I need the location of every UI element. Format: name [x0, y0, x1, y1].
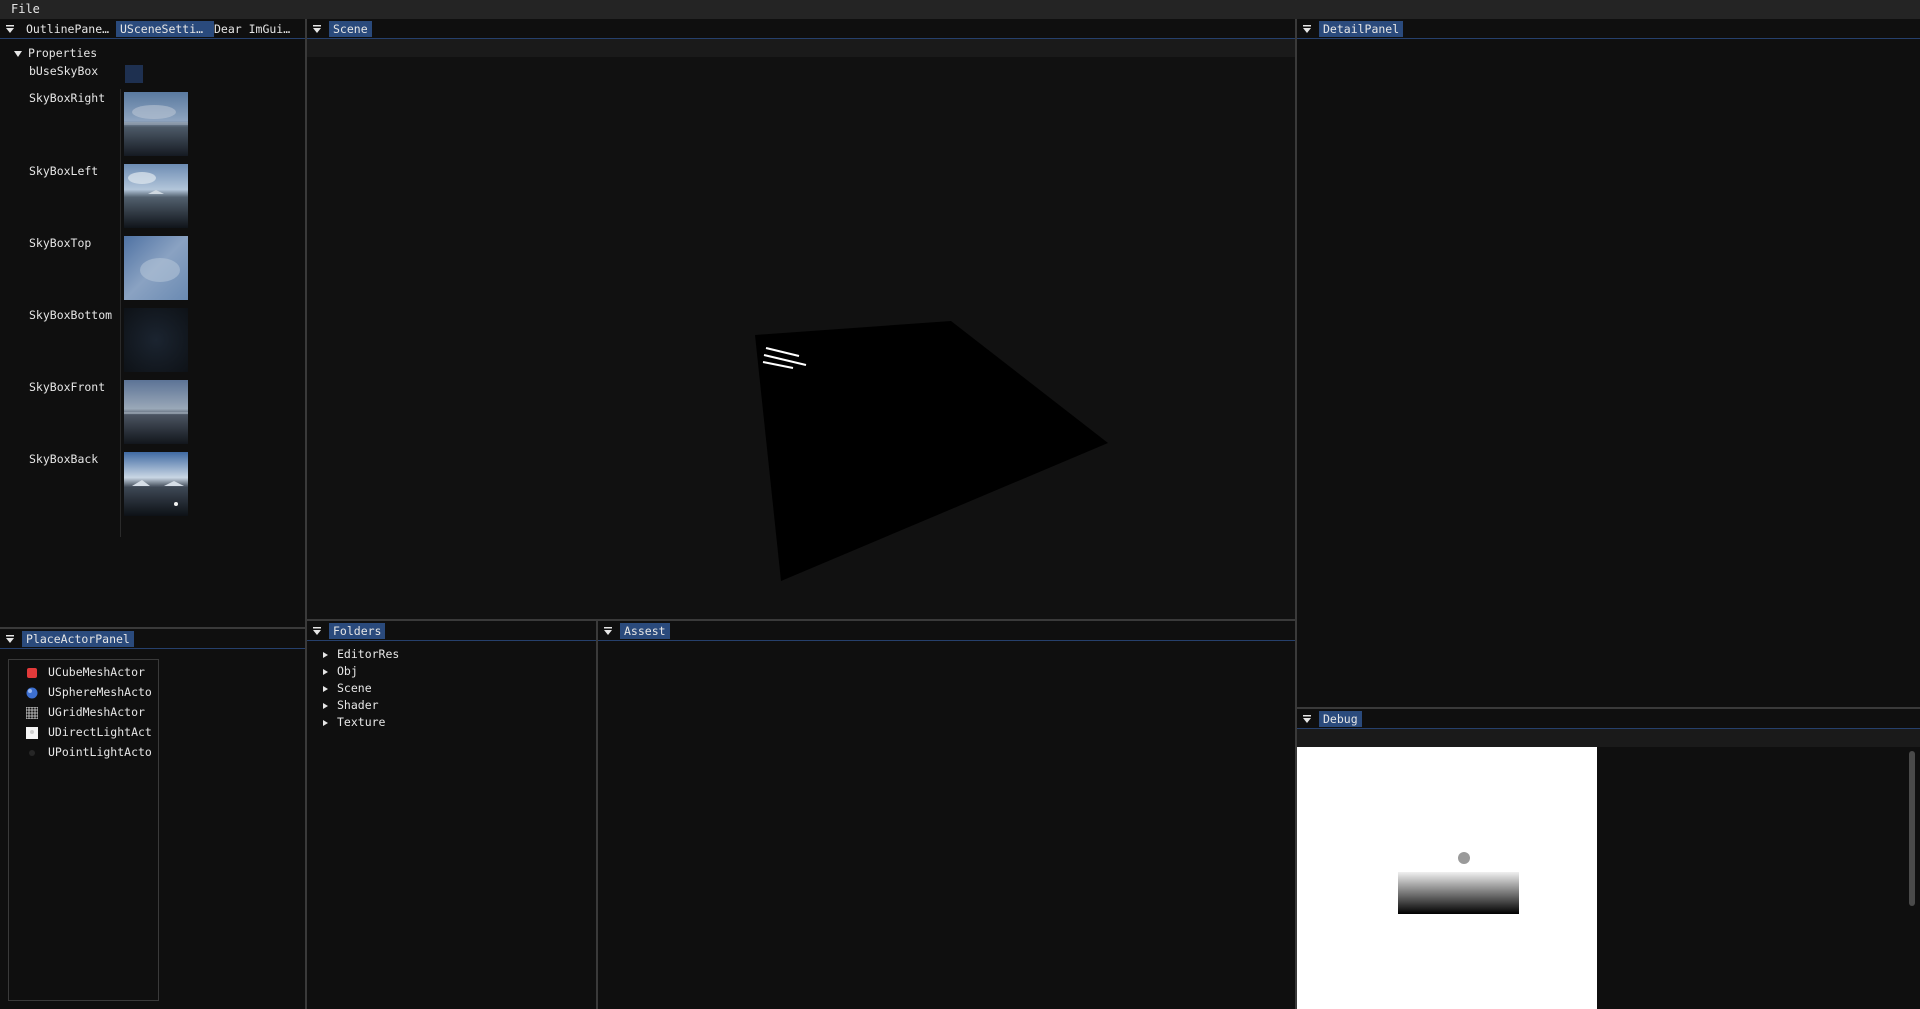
left-panel-tabbar: OutlinePane… USceneSetti… Dear ImGui… [0, 19, 306, 39]
property-column-divider [120, 89, 121, 537]
scene-toolbar-strip [307, 39, 1295, 57]
detail-tabbar: DetailPanel [1297, 19, 1920, 39]
collapse-icon[interactable] [311, 625, 323, 637]
collapsed-arrow-icon [323, 702, 328, 709]
skybox-front-thumbnail[interactable] [124, 380, 188, 444]
skybox-bottom-thumbnail[interactable] [124, 308, 188, 372]
properties-header[interactable]: Properties [14, 46, 97, 60]
tab-place-actor-panel[interactable]: PlaceActorPanel [22, 631, 134, 647]
folder-item[interactable]: EditorRes [323, 647, 399, 661]
assets-tabbar: Assest [598, 621, 1295, 641]
menu-bar: File [0, 0, 1920, 19]
sphere-icon [26, 687, 38, 699]
folders-tabbar: Folders [307, 621, 597, 641]
collapsed-arrow-icon [323, 685, 328, 692]
detail-panel: DetailPanel [1297, 19, 1920, 707]
debug-sphere-shadow [1458, 852, 1470, 864]
debug-scrollbar[interactable] [1909, 751, 1915, 906]
skybox-bottom-label: SkyBoxBottom [29, 308, 113, 322]
tab-detail-panel[interactable]: DetailPanel [1319, 21, 1404, 37]
menu-file[interactable]: File [11, 2, 40, 16]
tab-scene-settings[interactable]: USceneSetti… [116, 21, 214, 37]
use-skybox-label: bUseSkyBox [29, 64, 99, 78]
skybox-left-thumbnail[interactable] [124, 164, 188, 228]
scene-viewport[interactable] [307, 57, 1295, 619]
collapse-icon[interactable] [4, 633, 16, 645]
skybox-right-thumbnail[interactable] [124, 92, 188, 156]
collapsed-arrow-icon [323, 719, 328, 726]
place-actor-tabbar: PlaceActorPanel [0, 629, 305, 649]
light-bulb-icon [26, 727, 38, 739]
tab-outline-panel[interactable]: OutlinePane… [22, 21, 120, 37]
folder-item[interactable]: Shader [323, 698, 379, 712]
tab-dear-imgui[interactable]: Dear ImGui… [210, 21, 308, 37]
cube-icon [27, 668, 37, 678]
properties-title: Properties [28, 46, 98, 60]
folder-item[interactable]: Obj [323, 664, 358, 678]
tab-folders[interactable]: Folders [329, 623, 386, 639]
folders-panel: Folders [307, 621, 597, 1009]
actor-label: UGridMeshActor [48, 705, 145, 719]
actor-label: UCubeMeshActor [48, 665, 145, 679]
scene-panel: Scene [307, 19, 1295, 619]
assets-panel: Assest [598, 621, 1295, 1009]
point-light-icon [29, 750, 35, 756]
collapsed-arrow-icon [323, 651, 328, 658]
skybox-back-thumbnail[interactable] [124, 452, 188, 516]
scene-settings-panel: OutlinePane… USceneSetti… Dear ImGui… Pr… [0, 19, 306, 629]
skybox-right-label: SkyBoxRight [29, 91, 106, 105]
actor-label: USphereMeshActo [48, 685, 152, 699]
actor-label: UPointLightActo [48, 745, 152, 759]
tab-debug[interactable]: Debug [1319, 711, 1362, 727]
skybox-back-label: SkyBoxBack [29, 452, 99, 466]
debug-panel: Debug [1297, 709, 1920, 1009]
collapse-icon[interactable] [602, 625, 614, 637]
collapse-icon[interactable] [1301, 713, 1313, 725]
expand-arrow-icon [14, 50, 22, 57]
grid-icon [26, 707, 38, 719]
use-skybox-checkbox[interactable] [125, 65, 143, 83]
collapse-icon[interactable] [1301, 23, 1313, 35]
collapse-icon[interactable] [4, 23, 16, 35]
collapse-icon[interactable] [311, 23, 323, 35]
debug-tabbar: Debug [1297, 709, 1920, 729]
skybox-top-label: SkyBoxTop [29, 236, 92, 250]
debug-plane-shadow [1398, 872, 1519, 914]
tab-assets[interactable]: Assest [620, 623, 670, 639]
folder-item[interactable]: Texture [323, 715, 385, 729]
scene-tabbar: Scene [307, 19, 1295, 39]
debug-toolbar-strip [1297, 729, 1920, 747]
folder-item[interactable]: Scene [323, 681, 372, 695]
skybox-top-thumbnail[interactable] [124, 236, 188, 300]
skybox-left-label: SkyBoxLeft [29, 164, 99, 178]
actor-label: UDirectLightAct [48, 725, 152, 739]
collapsed-arrow-icon [323, 668, 328, 675]
debug-depth-texture [1297, 747, 1597, 1009]
skybox-front-label: SkyBoxFront [29, 380, 106, 394]
tab-scene[interactable]: Scene [329, 21, 372, 37]
place-actor-panel: PlaceActorPanel UCubeMeshActor USphereMe… [0, 629, 305, 1009]
